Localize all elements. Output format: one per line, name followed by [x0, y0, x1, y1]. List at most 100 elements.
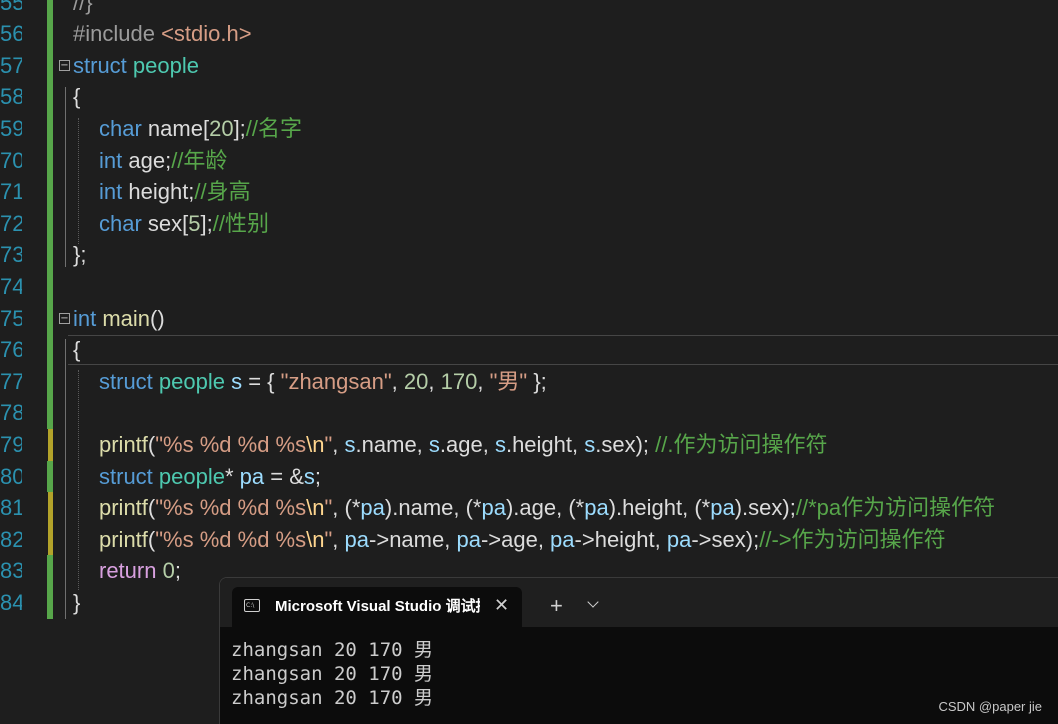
- code-text: }: [73, 589, 80, 616]
- code-line[interactable]: 76 {: [0, 334, 1058, 366]
- code-token: pa: [344, 526, 370, 552]
- code-token: age;: [128, 147, 172, 173]
- change-marker: [47, 239, 53, 271]
- code-token: //->作为访问操作符: [759, 526, 946, 552]
- code-token: ,: [391, 368, 404, 394]
- code-line[interactable]: 59 char name[20];//名字: [0, 113, 1058, 145]
- change-marker: [47, 460, 53, 493]
- terminal-output[interactable]: zhangsan 20 170 男 zhangsan 20 170 男 zhan…: [231, 638, 433, 710]
- code-line[interactable]: 73};: [0, 239, 1058, 271]
- code-token: pa: [550, 526, 575, 552]
- code-line[interactable]: 55 //}: [0, 0, 1058, 19]
- code-line[interactable]: 81 printf("%s %d %d %s\n", (*pa).name, (*…: [0, 492, 1058, 524]
- code-token: char: [99, 210, 148, 236]
- code-line[interactable]: 70 int age;//年龄: [0, 144, 1058, 177]
- code-token: , (*: [332, 495, 361, 521]
- line-number: 75: [0, 305, 22, 331]
- code-line[interactable]: 57 − struct people: [0, 49, 1058, 82]
- code-text: printf("%s %d %d %s\n", s.name, s.age, s…: [99, 431, 827, 458]
- line-number: 59: [0, 116, 22, 141]
- code-line[interactable]: 72 char sex[5];//性别: [0, 207, 1058, 240]
- code-line[interactable]: 79 printf("%s %d %d %s\n", s.name, s.age,…: [0, 429, 1058, 461]
- code-token: //性别: [212, 210, 269, 236]
- code-token: ->name,: [369, 526, 457, 552]
- code-token: int: [99, 179, 129, 205]
- fold-toggle-icon[interactable]: −: [59, 312, 70, 324]
- code-token: //}: [73, 0, 93, 15]
- code-token: 20: [209, 116, 234, 141]
- code-token: .height,: [505, 432, 585, 457]
- output-line: zhangsan 20 170 男: [231, 663, 434, 685]
- code-line[interactable]: 74: [0, 271, 1058, 303]
- code-token: s: [344, 432, 356, 457]
- debug-console-window[interactable]: C:\ Microsoft Visual Studio 调试控制台 ✕ + zh…: [219, 577, 1058, 724]
- code-token: "zhangsan": [280, 368, 392, 394]
- line-number: 73: [0, 242, 22, 268]
- code-line[interactable]: 58 {: [0, 81, 1058, 113]
- new-tab-button[interactable]: +: [550, 595, 563, 617]
- code-token: \n: [306, 495, 325, 521]
- code-token: s: [303, 463, 315, 489]
- code-token: s: [231, 368, 243, 394]
- terminal-tab[interactable]: C:\ Microsoft Visual Studio 调试控制台 ✕: [232, 587, 522, 627]
- code-token: "男": [489, 368, 528, 394]
- fold-toggle-icon[interactable]: −: [59, 59, 70, 71]
- code-token: {: [73, 84, 81, 110]
- terminal-tab-title: Microsoft Visual Studio 调试控制台: [275, 598, 480, 615]
- code-line[interactable]: 80 struct people* pa = &s;: [0, 460, 1058, 493]
- code-token: sex[: [147, 210, 189, 236]
- change-marker: [47, 113, 53, 145]
- code-line[interactable]: 82 printf("%s %d %d %s\n", pa->name, pa->…: [0, 523, 1058, 556]
- code-line[interactable]: 56 #include <stdio.h>: [0, 18, 1058, 50]
- change-marker: [47, 397, 53, 429]
- change-marker: [47, 555, 53, 587]
- line-number: 77: [0, 368, 22, 394]
- change-marker: [47, 49, 53, 82]
- line-number: 74: [0, 274, 22, 299]
- code-text: struct people* pa = &s;: [99, 463, 321, 490]
- chevron-down-icon[interactable]: [587, 596, 599, 608]
- code-token: people: [132, 52, 199, 78]
- code-token: int: [73, 305, 103, 331]
- code-token: ];: [233, 116, 246, 141]
- line-number: 83: [0, 558, 22, 584]
- code-token: printf: [99, 432, 148, 457]
- code-token: //年龄: [171, 147, 228, 173]
- code-text: //}: [73, 0, 93, 16]
- change-marker: [47, 176, 53, 208]
- console-icon: C:\: [244, 599, 260, 612]
- code-token: name[: [147, 116, 210, 141]
- code-line[interactable]: 75 − int main(): [0, 302, 1058, 335]
- code-token: };: [73, 242, 87, 268]
- line-number: 82: [0, 526, 22, 552]
- code-token: pa: [239, 463, 265, 489]
- line-number: 80: [0, 463, 22, 489]
- code-text: int main(): [73, 305, 165, 332]
- code-token: pa: [456, 526, 481, 552]
- line-number: 76: [0, 337, 22, 363]
- code-token: s: [494, 432, 506, 457]
- code-token: }: [73, 590, 81, 615]
- code-token: s: [428, 432, 440, 457]
- code-token: struct: [99, 463, 159, 489]
- close-icon[interactable]: ✕: [494, 595, 509, 615]
- code-line[interactable]: 77 struct people s = { "zhangsan", 20, 17…: [0, 365, 1058, 398]
- change-marker: [47, 0, 53, 19]
- code-token: 5: [188, 210, 201, 236]
- code-line[interactable]: 78: [0, 397, 1058, 429]
- code-token: \n: [306, 432, 325, 457]
- code-token: ,: [332, 432, 345, 457]
- code-token: (): [150, 305, 165, 331]
- terminal-tab-bar: C:\ Microsoft Visual Studio 调试控制台 ✕ +: [220, 578, 1058, 627]
- code-token: pa: [481, 495, 506, 521]
- watermark: CSDN @paper jie: [938, 699, 1042, 714]
- line-number: 71: [0, 179, 22, 205]
- code-text: };: [73, 241, 86, 268]
- code-token: #include: [73, 21, 162, 47]
- code-token: printf: [99, 495, 148, 521]
- code-token: printf: [99, 526, 148, 552]
- change-marker: [47, 587, 53, 619]
- code-token: return: [99, 558, 163, 584]
- code-line[interactable]: 71 int height;//身高: [0, 176, 1058, 208]
- code-text: char name[20];//名字: [99, 115, 302, 142]
